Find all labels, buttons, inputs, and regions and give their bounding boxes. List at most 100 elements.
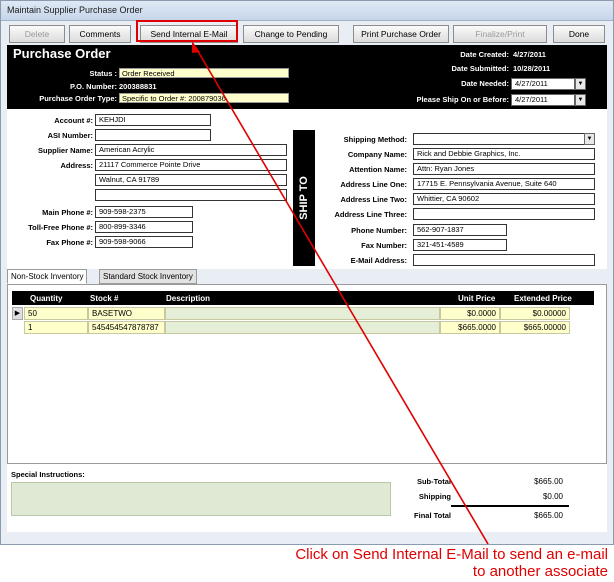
date-needed-label: Date Needed: <box>461 79 509 88</box>
inventory-grid: Quantity Stock # Description Unit Price … <box>7 284 607 464</box>
cell-stock-number[interactable]: BASETWO <box>88 307 165 320</box>
address-line3-field[interactable] <box>95 189 287 201</box>
fax-phone-label: Fax Phone #: <box>46 238 93 247</box>
maintain-po-window: Maintain Supplier Purchase Order Delete … <box>0 0 614 545</box>
cell-quantity[interactable]: 50 <box>24 307 88 320</box>
table-row[interactable]: 1 545454547878787 $665.0000 $665.00000 <box>12 321 594 334</box>
shipping-label: Shipping <box>418 492 451 501</box>
done-button[interactable]: Done <box>553 25 605 43</box>
cell-description[interactable] <box>165 307 440 320</box>
cell-unit-price[interactable]: $665.0000 <box>440 321 500 334</box>
cell-extended-price: $665.00000 <box>500 321 570 334</box>
main-phone-label: Main Phone #: <box>42 208 93 217</box>
cell-extended-price: $0.00000 <box>500 307 570 320</box>
shipping-method-dropdown-icon[interactable]: ▼ <box>584 133 595 145</box>
supplier-name-field[interactable]: American Acrylic <box>95 144 287 156</box>
cell-unit-price[interactable]: $0.0000 <box>440 307 500 320</box>
email-address-label: E-Mail Address: <box>350 256 407 265</box>
tab-standard-stock-inventory[interactable]: Standard Stock Inventory <box>99 269 197 284</box>
status-label: Status : <box>89 69 117 78</box>
final-total-label: Final Total <box>414 511 451 520</box>
window-title: Maintain Supplier Purchase Order <box>7 5 143 15</box>
ship-before-dropdown-icon[interactable]: ▼ <box>575 94 586 106</box>
attention-name-field[interactable]: Attn: Ryan Jones <box>413 163 595 175</box>
date-created-label: Date Created: <box>460 50 509 59</box>
ship-before-field[interactable]: 4/27/2011 <box>511 94 575 106</box>
phone-number-label: Phone Number: <box>351 226 407 235</box>
cell-stock-number[interactable]: 545454547878787 <box>88 321 165 334</box>
status-value: Order Received <box>119 68 289 78</box>
date-submitted-label: Date Submitted: <box>451 64 509 73</box>
address-line-one-field[interactable]: 17715 E. Pennsylvania Avenue, Suite 640 <box>413 178 595 190</box>
subtotal-label: Sub-Total <box>416 477 451 486</box>
ship-to-label: SHIP TO <box>298 176 310 220</box>
address-line-three-label: Address Line Three: <box>334 210 407 219</box>
table-row[interactable]: ▶ 50 BASETWO $0.0000 $0.00000 <box>12 307 594 320</box>
tollfree-phone-field[interactable]: 800-899-3346 <box>95 221 193 233</box>
column-description: Description <box>166 294 211 303</box>
delete-button[interactable]: Delete <box>9 25 65 43</box>
date-submitted-value: 10/28/2011 <box>513 64 551 73</box>
column-unit-price: Unit Price <box>458 294 496 303</box>
fax-number-field[interactable]: 321-451-4589 <box>413 239 507 251</box>
fax-phone-field[interactable]: 909-598-9066 <box>95 236 193 248</box>
email-address-field[interactable] <box>413 254 595 266</box>
po-type-value: Specific to Order #: 200879036 <box>119 93 289 103</box>
ship-to-band: SHIP TO <box>293 130 315 266</box>
account-label: Account #: <box>54 116 93 125</box>
po-header: Purchase Order Status : Order Received P… <box>7 45 607 109</box>
asi-field[interactable] <box>95 129 211 141</box>
page-title: Purchase Order <box>13 46 111 61</box>
main-phone-field[interactable]: 909-598-2375 <box>95 206 193 218</box>
po-number-value: 200388831 <box>119 82 157 91</box>
column-extended-price: Extended Price <box>514 294 572 303</box>
po-number-label: P.O. Number: <box>70 82 117 91</box>
address-line-one-label: Address Line One: <box>340 180 407 189</box>
change-to-pending-button[interactable]: Change to Pending <box>243 25 339 43</box>
po-footer: Special Instructions: Sub-Total $665.00 … <box>7 464 607 532</box>
toolbar: Delete Comments Send Internal E-Mail Cha… <box>7 25 607 45</box>
tab-non-stock-inventory[interactable]: Non-Stock Inventory <box>7 269 88 284</box>
date-needed-dropdown-icon[interactable]: ▼ <box>575 78 586 90</box>
final-total-value: $665.00 <box>534 511 563 520</box>
attention-name-label: Attention Name: <box>349 165 407 174</box>
finalize-print-button[interactable]: Finalize/Print <box>453 25 547 43</box>
shipping-method-select[interactable] <box>413 133 595 145</box>
totals-divider <box>451 505 569 507</box>
cell-quantity[interactable]: 1 <box>24 321 88 334</box>
date-created-value: 4/27/2011 <box>513 50 546 59</box>
special-instructions-field[interactable] <box>11 482 391 516</box>
print-purchase-order-button[interactable]: Print Purchase Order <box>353 25 449 43</box>
supplier-name-label: Supplier Name: <box>37 146 93 155</box>
callout-text: Click on Send Internal E-Mail to send an… <box>295 546 608 580</box>
address-label: Address: <box>60 161 93 170</box>
row-selector-icon[interactable]: ▶ <box>12 307 23 320</box>
column-stock-number: Stock # <box>90 294 119 303</box>
ship-before-label: Please Ship On or Before: <box>416 95 509 104</box>
title-bar: Maintain Supplier Purchase Order <box>1 1 613 21</box>
address-line1-field[interactable]: 21117 Commerce Pointe Drive <box>95 159 287 171</box>
po-type-label: Purchase Order Type: <box>39 94 117 103</box>
special-instructions-label: Special Instructions: <box>11 470 85 479</box>
asi-label: ASI Number: <box>47 131 93 140</box>
date-needed-field[interactable]: 4/27/2011 <box>511 78 575 90</box>
address-line-two-label: Address Line Two: <box>340 195 407 204</box>
inventory-tabs: Non-Stock Inventory Standard Stock Inven… <box>7 269 607 285</box>
address-line2-field[interactable]: Walnut, CA 91789 <box>95 174 287 186</box>
cell-description[interactable] <box>165 321 440 334</box>
address-line-three-field[interactable] <box>413 208 595 220</box>
company-name-label: Company Name: <box>347 150 407 159</box>
column-quantity: Quantity <box>30 294 63 303</box>
address-line-two-field[interactable]: Whittier, CA 90602 <box>413 193 595 205</box>
shipping-value: $0.00 <box>542 492 563 501</box>
tollfree-phone-label: Toll-Free Phone #: <box>28 223 93 232</box>
grid-header: Quantity Stock # Description Unit Price … <box>12 291 594 305</box>
comments-button[interactable]: Comments <box>69 25 131 43</box>
callout-highlight-box <box>136 20 238 42</box>
account-field[interactable]: KEHJDI <box>95 114 211 126</box>
shipping-method-label: Shipping Method: <box>343 135 407 144</box>
subtotal-value: $665.00 <box>534 477 563 486</box>
phone-number-field[interactable]: 562-907-1837 <box>413 224 507 236</box>
fax-number-label: Fax Number: <box>361 241 407 250</box>
company-name-field[interactable]: Rick and Debbie Graphics, Inc. <box>413 148 595 160</box>
